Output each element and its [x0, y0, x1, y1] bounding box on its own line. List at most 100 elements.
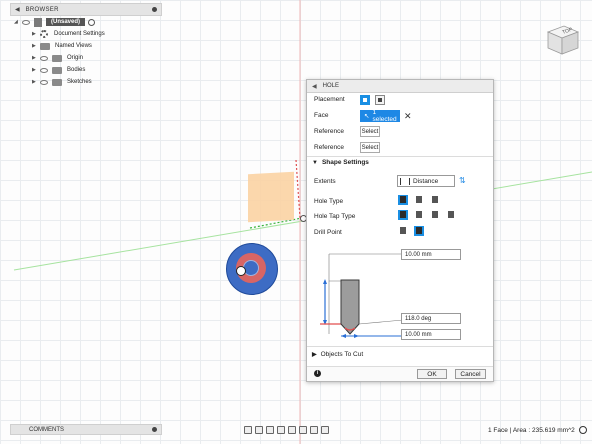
- taper-tapped-icon[interactable]: [446, 210, 456, 220]
- hole-type-label: Hole Type: [314, 198, 344, 205]
- folder-icon: [40, 42, 50, 50]
- expand-arrow-icon[interactable]: ▶: [32, 55, 40, 61]
- gear-icon: [40, 30, 48, 38]
- hole-dialog-header[interactable]: ◀ HOLE: [307, 80, 493, 93]
- flip-direction-icon[interactable]: ⇅: [459, 176, 466, 185]
- tree-item-bodies[interactable]: ▶ Bodies: [10, 64, 162, 76]
- separator: [307, 346, 493, 347]
- hole-dimension-diagram: [320, 253, 404, 338]
- face-label: Face: [314, 112, 329, 119]
- tree-item-label: Named Views: [55, 43, 92, 49]
- tree-item-sketches[interactable]: ▶ Sketches: [10, 76, 162, 88]
- display-settings-icon[interactable]: [299, 425, 307, 434]
- hole-dialog-title: HOLE: [322, 83, 339, 89]
- navigation-toolbar: [244, 424, 364, 435]
- grid-settings-icon[interactable]: [310, 425, 318, 434]
- info-icon[interactable]: i: [314, 370, 321, 377]
- tree-item-document-settings[interactable]: ▶ Document Settings: [10, 28, 162, 40]
- placement-row: Placement: [314, 96, 345, 103]
- face-select-value: 1 selected: [372, 109, 397, 123]
- pin-icon[interactable]: [152, 427, 157, 432]
- simple-hole-icon[interactable]: [398, 195, 408, 205]
- single-hole-placement-icon[interactable]: [360, 95, 370, 105]
- placement-label: Placement: [314, 96, 345, 103]
- ok-button[interactable]: OK: [417, 369, 447, 379]
- drill-point-row: Drill Point: [314, 229, 342, 236]
- expand-arrow-icon[interactable]: ◢: [14, 19, 22, 25]
- tree-item-label: Sketches: [67, 79, 92, 85]
- tree-item-named-views[interactable]: ▶ Named Views: [10, 40, 162, 52]
- browser-panel: ◀ BROWSER ◢ (Unsaved) ▶ Document Setting…: [10, 3, 162, 89]
- multiple-hole-placement-icon[interactable]: [374, 95, 385, 105]
- face-selection: ↖ 1 selected ✕: [360, 109, 412, 123]
- reference2-label: Reference: [314, 144, 344, 151]
- look-at-icon[interactable]: [255, 425, 263, 434]
- visibility-eye-icon[interactable]: [40, 67, 48, 73]
- shape-settings-header[interactable]: ▼ Shape Settings: [312, 159, 369, 166]
- pin-icon[interactable]: [152, 7, 157, 12]
- extents-dropdown[interactable]: Distance: [397, 175, 455, 187]
- clearance-tap-icon[interactable]: [414, 210, 424, 220]
- angled-drill-point-icon[interactable]: [413, 226, 424, 236]
- chevron-down-icon: ▼: [312, 159, 318, 166]
- expand-arrow-icon[interactable]: ▶: [32, 43, 40, 49]
- countersink-hole-icon[interactable]: [430, 195, 440, 205]
- visibility-eye-icon[interactable]: [40, 55, 48, 61]
- extents-row: Extents: [314, 178, 336, 185]
- zoom-icon[interactable]: [277, 425, 285, 434]
- hole-type-options: [398, 195, 444, 207]
- counterbore-hole-icon[interactable]: [414, 195, 424, 205]
- drill-point-options: [398, 226, 428, 238]
- separator: [307, 156, 493, 157]
- expand-arrow-icon[interactable]: ▶: [32, 31, 40, 37]
- comments-panel[interactable]: COMMENTS: [10, 424, 162, 435]
- face-row: Face: [314, 112, 328, 119]
- viewports-icon[interactable]: [321, 425, 329, 434]
- expand-arrow-icon[interactable]: ▶: [32, 67, 40, 73]
- document-icon: [34, 17, 42, 27]
- shape-settings-label: Shape Settings: [321, 159, 369, 166]
- placement-options: [360, 95, 388, 107]
- collapse-icon[interactable]: ◀: [312, 83, 317, 90]
- cancel-button[interactable]: Cancel: [455, 369, 486, 379]
- objects-to-cut-label: Objects To Cut: [320, 351, 364, 358]
- orbit-icon[interactable]: [244, 425, 252, 434]
- flat-drill-point-icon[interactable]: [398, 226, 408, 236]
- folder-icon: [52, 54, 62, 62]
- fit-icon[interactable]: [288, 425, 296, 434]
- browser-root-item[interactable]: ◢ (Unsaved): [10, 16, 162, 28]
- chevron-right-icon: ▶: [312, 352, 317, 358]
- document-name: (Unsaved): [46, 18, 86, 26]
- objects-to-cut-header[interactable]: ▶ Objects To Cut: [312, 351, 363, 358]
- depth-input[interactable]: 10.00 mm: [401, 249, 461, 260]
- browser-header[interactable]: ◀ BROWSER: [10, 3, 162, 16]
- reference1-select[interactable]: Select: [360, 126, 380, 137]
- hole-tap-type-options: [398, 210, 460, 222]
- collapse-icon[interactable]: ◀: [15, 6, 20, 13]
- hole-tap-type-row: Hole Tap Type: [314, 213, 355, 220]
- pan-icon[interactable]: [266, 425, 274, 434]
- extents-value: Distance: [413, 177, 439, 185]
- folder-icon: [52, 66, 62, 74]
- visibility-eye-icon[interactable]: [22, 19, 30, 25]
- tree-item-label: Origin: [67, 55, 84, 61]
- tree-item-label: Document Settings: [54, 31, 105, 37]
- face-select-button[interactable]: ↖ 1 selected: [360, 109, 400, 123]
- view-cube[interactable]: TOP: [542, 20, 582, 60]
- selection-filter-icon[interactable]: [579, 426, 587, 434]
- diameter-input[interactable]: 10.00 mm: [401, 329, 461, 340]
- reference2-select[interactable]: Select: [360, 142, 380, 153]
- visibility-eye-icon[interactable]: [40, 79, 48, 85]
- tree-item-origin[interactable]: ▶ Origin: [10, 52, 162, 64]
- clear-selection-icon[interactable]: ✕: [404, 111, 412, 122]
- simple-tap-icon[interactable]: [398, 210, 408, 220]
- status-text: 1 Face | Area : 235.619 mm^2: [488, 427, 575, 434]
- move-handle-icon[interactable]: [236, 266, 246, 276]
- hole-tap-type-label: Hole Tap Type: [314, 213, 356, 220]
- expand-arrow-icon[interactable]: ▶: [32, 79, 40, 85]
- distance-icon: [400, 177, 410, 185]
- tapped-tap-icon[interactable]: [430, 210, 440, 220]
- activate-radio-icon[interactable]: [88, 18, 96, 26]
- sketch-profile[interactable]: [248, 171, 294, 223]
- tip-angle-input[interactable]: 118.0 deg: [401, 313, 461, 324]
